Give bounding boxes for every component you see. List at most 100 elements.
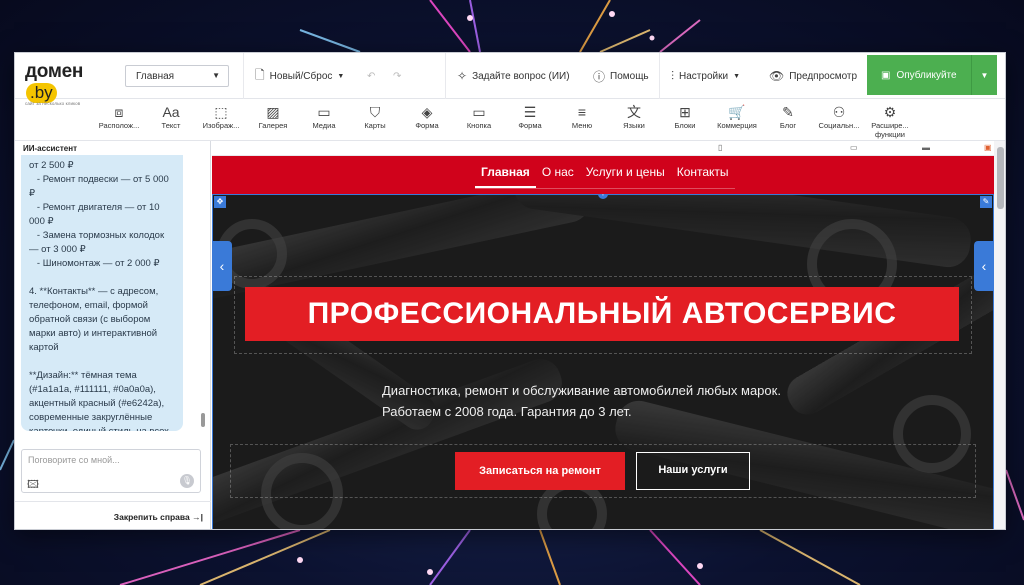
scroll-thumb[interactable]	[201, 413, 205, 427]
text-icon: Aa	[162, 104, 180, 120]
tool-form[interactable]: ☰ Форма	[505, 104, 555, 138]
tool-label: Карты	[364, 121, 386, 130]
undo-icon: ↶	[367, 70, 376, 82]
help-button[interactable]: ⓘ Помощь	[593, 66, 649, 86]
blocks-icon: ⊞	[679, 104, 691, 120]
tool-label: Расшире... функции	[871, 121, 909, 139]
tool-label: Галерея	[258, 121, 288, 130]
hero-subtitle-line: Работаем с 2008 года. Гарантия до 3 лет.	[382, 404, 632, 419]
tool-label: Социальн...	[818, 121, 860, 130]
menu-icon: ≡	[577, 104, 587, 120]
publish-label: Опубликуйте	[896, 69, 957, 81]
tool-menu[interactable]: ≡ Меню	[557, 104, 607, 138]
site-navigation: Главная О нас Услуги и цены Контакты	[212, 156, 994, 194]
nav-item-about[interactable]: О нас	[536, 159, 580, 188]
tool-label: Форма	[518, 121, 542, 130]
pin-right-label: Закрепить справа	[113, 512, 190, 522]
desktop-device-icon[interactable]: ▣	[984, 143, 992, 152]
caret-down-icon: ▼	[212, 71, 220, 80]
our-services-button[interactable]: Наши услуги	[636, 452, 750, 490]
canvas-scrollbar[interactable]	[994, 141, 1005, 529]
redo-button[interactable]: ↷	[393, 66, 401, 86]
tablet-device-icon[interactable]: ▭	[850, 143, 858, 152]
pin-right-button[interactable]: Закрепить справа →|	[114, 512, 203, 522]
nav-item-contacts[interactable]: Контакты	[671, 159, 735, 188]
tool-maps[interactable]: ⛉ Карты	[350, 104, 400, 138]
tool-label: Медиа	[312, 121, 336, 130]
chat-input[interactable]: Поговорите со мной... 🖾 🎙	[21, 449, 201, 493]
tool-label: Изображ...	[202, 121, 240, 130]
preview-button[interactable]: 👁 Предпросмотр	[769, 66, 857, 86]
publish-dropdown-caret-icon[interactable]: ▼	[971, 55, 997, 95]
chat-input-placeholder: Поговорите со мной...	[28, 455, 120, 465]
book-repair-button[interactable]: Записаться на ремонт	[455, 452, 625, 490]
right-collapse-tab[interactable]: ‹	[974, 241, 994, 291]
tool-label: Текст	[161, 121, 181, 130]
assistant-message: от 2 500 ₽ - Ремонт подвески — от 5 000 …	[21, 155, 183, 431]
settings-button[interactable]: ⫶ Настройки ▼	[671, 66, 740, 86]
help-label: Помощь	[610, 70, 649, 82]
tool-extensions[interactable]: ⚙ Расшире... функции	[865, 104, 915, 139]
nav-item-home[interactable]: Главная	[475, 159, 536, 188]
new-reset-button[interactable]: 🗋 Новый/Сброс ▼	[255, 66, 344, 86]
tool-shapes[interactable]: ◈ Форма	[402, 104, 452, 138]
tool-commerce[interactable]: 🛒 Коммерция	[712, 104, 762, 138]
sparkle-icon: ✧	[457, 69, 468, 83]
ask-ai-button[interactable]: ✧ Задайте вопрос (ИИ)	[457, 66, 570, 86]
tool-gallery[interactable]: ▨ Галерея	[248, 104, 298, 138]
tool-blocks[interactable]: ⊞ Блоки	[660, 104, 710, 138]
mobile-device-icon[interactable]: ▯	[718, 143, 722, 152]
caret-down-icon: ▼	[733, 72, 740, 80]
hero-section[interactable]: ПРОФЕССИОНАЛЬНЫЙ АВТОСЕРВИС Диагностика,…	[212, 194, 994, 529]
tool-media[interactable]: ▭ Медиа	[299, 104, 349, 138]
video-icon: ▭	[317, 104, 331, 120]
tool-label: Форма	[415, 121, 439, 130]
left-collapse-tab[interactable]: ‹	[212, 241, 232, 291]
settings-label: Настройки	[679, 70, 729, 82]
header-divider	[659, 53, 660, 99]
move-handle-icon[interactable]: ✥	[214, 196, 226, 208]
hero-title[interactable]: ПРОФЕССИОНАЛЬНЫЙ АВТОСЕРВИС	[245, 287, 959, 341]
publish-button[interactable]: ▣ Опубликуйте ▼	[867, 55, 997, 95]
extensions-icon: ⚙	[883, 104, 897, 120]
page-select[interactable]: Главная ▼	[125, 65, 229, 87]
device-switcher: ▯ ▭ ▬ ▣	[212, 141, 994, 156]
image-icon: ⬚	[214, 104, 228, 120]
layout-icon: ⧈	[114, 104, 124, 120]
preview-label: Предпросмотр	[789, 70, 858, 82]
tool-image[interactable]: ⬚ Изображ...	[196, 104, 246, 138]
social-icon: ⚇	[832, 104, 846, 120]
map-icon: ⛉	[369, 104, 381, 120]
tool-languages[interactable]: 文 Языки	[609, 104, 659, 138]
hero-subtitle[interactable]: Диагностика, ремонт и обслуживание автом…	[382, 380, 882, 422]
scroll-thumb[interactable]	[997, 147, 1004, 209]
new-reset-label: Новый/Сброс	[269, 70, 333, 82]
eye-icon: 👁	[769, 69, 785, 83]
tool-label: Меню	[571, 121, 593, 130]
tool-text[interactable]: Aa Текст	[146, 104, 196, 138]
panel-scrollbar[interactable]	[199, 155, 207, 435]
attach-image-icon[interactable]: 🖾	[27, 476, 39, 495]
redo-icon: ↷	[393, 70, 402, 82]
nav-item-services[interactable]: Услуги и цены	[580, 159, 671, 188]
tool-layout[interactable]: ⧈ Располож...	[94, 104, 144, 138]
laptop-device-icon[interactable]: ▬	[922, 143, 930, 152]
ask-ai-label: Задайте вопрос (ИИ)	[472, 70, 570, 82]
ai-assistant-panel: ИИ-ассистент от 2 500 ₽ - Ремонт подвеск…	[15, 141, 211, 529]
undo-button[interactable]: ↶	[367, 66, 375, 86]
tool-social[interactable]: ⚇ Социальн...	[814, 104, 864, 138]
editor-header: домен.by сайт за несколько кликов Главна…	[15, 53, 1005, 106]
tool-label: Располож...	[98, 121, 140, 130]
chevron-left-icon: ‹	[219, 258, 225, 274]
edit-pencil-icon[interactable]: ✎	[980, 196, 992, 208]
translate-icon: 文	[627, 104, 641, 120]
sliders-icon: ⫶	[671, 68, 675, 83]
panel-title: ИИ-ассистент	[23, 144, 77, 153]
site-canvas: ▯ ▭ ▬ ▣ Главная О нас Услуги и цены Конт…	[212, 141, 1005, 529]
domen-by-logo[interactable]: домен.by сайт за несколько кликов	[25, 61, 113, 106]
tool-blog[interactable]: ✎ Блог	[763, 104, 813, 138]
hero-subtitle-line: Диагностика, ремонт и обслуживание автом…	[382, 383, 781, 398]
tool-button[interactable]: ▭ Кнопка	[454, 104, 504, 138]
microphone-icon[interactable]: 🎙	[180, 474, 194, 488]
tool-label: Блоки	[674, 121, 696, 130]
